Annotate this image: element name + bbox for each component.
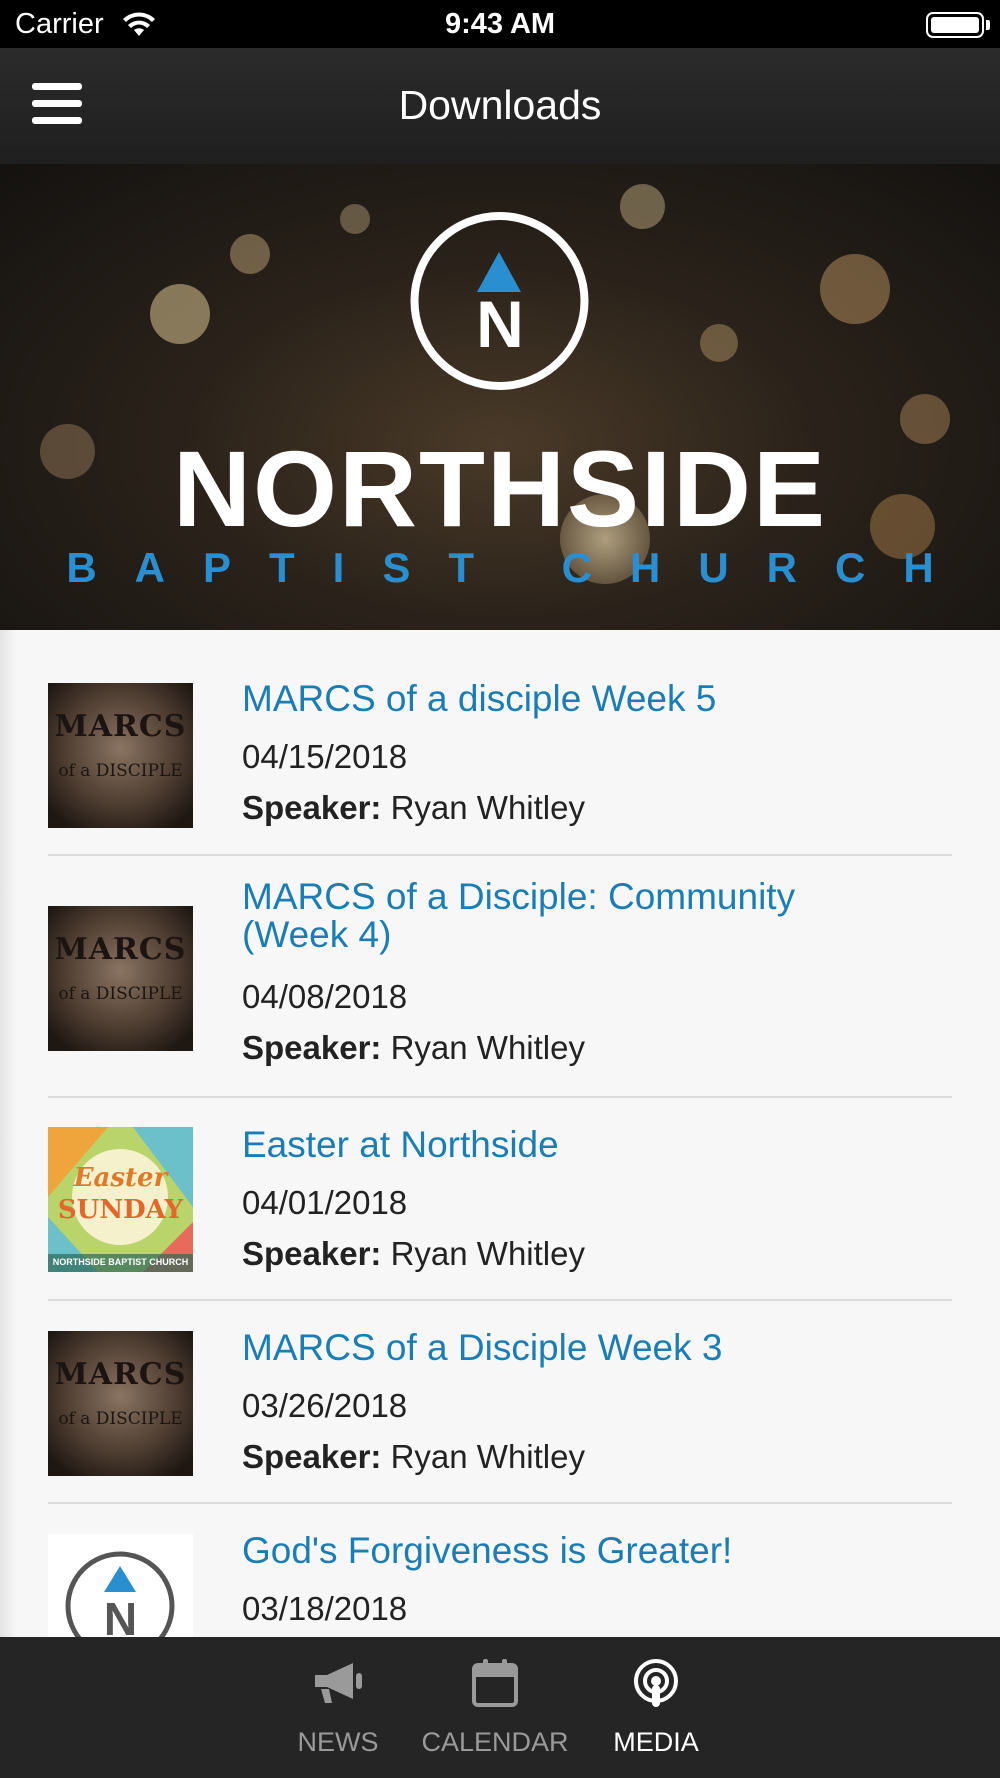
item-date: 04/01/2018 — [242, 1184, 408, 1221]
battery-icon — [926, 12, 984, 38]
calendar-icon — [472, 1659, 518, 1707]
item-speaker: Speaker: Ryan Whitley — [242, 1029, 585, 1067]
tab-label: CALENDAR — [421, 1727, 569, 1757]
item-speaker: Speaker: Ryan Whitley — [242, 789, 585, 827]
speaker-label: Speaker: — [242, 1029, 382, 1066]
speaker-name: Ryan Whitley — [390, 1235, 585, 1272]
item-title[interactable]: MARCS of a Disciple: Community (Week 4) — [242, 878, 882, 954]
logo-letter: N — [103, 1593, 138, 1637]
list-item[interactable]: MARCS of a DISCIPLE MARCS of a Disciple:… — [48, 856, 952, 1098]
nav-bar: Downloads — [0, 48, 1000, 164]
speaker-name: Ryan Whitley — [390, 789, 585, 826]
thumb-church-text: NORTHSIDE BAPTIST CHURCH — [52, 1257, 189, 1267]
church-banner: N NORTHSIDE BAPTIST CHURCH — [0, 164, 1000, 630]
thumb-sunday-text: SUNDAY — [57, 1195, 184, 1225]
item-title[interactable]: Easter at Northside — [242, 1126, 882, 1164]
item-title[interactable]: MARCS of a disciple Week 5 — [242, 680, 882, 718]
item-date: 03/26/2018 — [242, 1387, 408, 1424]
speaker-name: Ryan Whitley — [390, 1438, 585, 1475]
item-speaker: Speaker: Ryan Whitley — [242, 1235, 585, 1273]
thumb-easter-text: Easter — [73, 1163, 168, 1193]
thumb-marcs-text: MARCS — [54, 932, 187, 967]
podcast-icon — [634, 1659, 678, 1707]
item-date: 04/08/2018 — [242, 978, 408, 1015]
list-item[interactable]: Easter SUNDAY NORTHSIDE BAPTIST CHURCH E… — [48, 1098, 952, 1301]
thumb-disciple-text: of a DISCIPLE — [58, 1409, 183, 1429]
sermon-thumbnail: MARCS of a DISCIPLE — [48, 906, 193, 1051]
item-date: 04/15/2018 — [242, 738, 408, 775]
tab-news[interactable]: NEWS — [288, 1637, 388, 1778]
sermon-thumbnail: Easter SUNDAY NORTHSIDE BAPTIST CHURCH — [48, 1127, 193, 1272]
page-title: Downloads — [398, 82, 602, 128]
item-speaker: Speaker: Ryan Whitley — [242, 1438, 585, 1476]
tab-label: MEDIA — [613, 1727, 699, 1757]
thumb-marcs-text: MARCS — [54, 1357, 187, 1392]
speaker-label: Speaker: — [242, 1438, 382, 1475]
sermon-thumbnail: MARCS of a DISCIPLE — [48, 683, 193, 828]
battery-nub — [986, 20, 990, 30]
logo-letter: N — [476, 287, 524, 361]
list-item[interactable]: MARCS of a DISCIPLE MARCS of a Disciple … — [48, 1301, 952, 1504]
megaphone-icon — [315, 1663, 362, 1703]
tab-media[interactable]: MEDIA — [606, 1637, 706, 1778]
media-list: MARCS of a DISCIPLE MARCS of a disciple … — [0, 630, 1000, 1637]
status-bar: Carrier 9:43 AM — [0, 0, 1000, 48]
speaker-label: Speaker: — [242, 1235, 382, 1272]
brand-name: NORTHSIDE — [172, 428, 828, 549]
list-item[interactable]: N God's Forgiveness is Greater! 03/18/20… — [48, 1504, 952, 1637]
item-title[interactable]: God's Forgiveness is Greater! — [242, 1532, 882, 1570]
tab-bar: NEWS CALENDAR MEDIA — [0, 1637, 1000, 1778]
status-time: 9:43 AM — [444, 8, 556, 40]
brand-subtitle: BAPTIST CHURCH — [66, 544, 972, 591]
tab-calendar[interactable]: CALENDAR — [420, 1637, 570, 1778]
tab-label: NEWS — [297, 1727, 379, 1757]
sermon-thumbnail: MARCS of a DISCIPLE — [48, 1331, 193, 1476]
thumb-marcs-text: MARCS — [54, 709, 187, 744]
thumb-disciple-text: of a DISCIPLE — [58, 761, 183, 781]
thumb-disciple-text: of a DISCIPLE — [58, 984, 183, 1004]
speaker-name: Ryan Whitley — [390, 1029, 585, 1066]
item-title[interactable]: MARCS of a Disciple Week 3 — [242, 1329, 882, 1367]
speaker-label: Speaker: — [242, 789, 382, 826]
item-date: 03/18/2018 — [242, 1590, 408, 1627]
sermon-thumbnail: N — [48, 1534, 193, 1637]
list-item[interactable]: MARCS of a DISCIPLE MARCS of a disciple … — [48, 630, 952, 856]
